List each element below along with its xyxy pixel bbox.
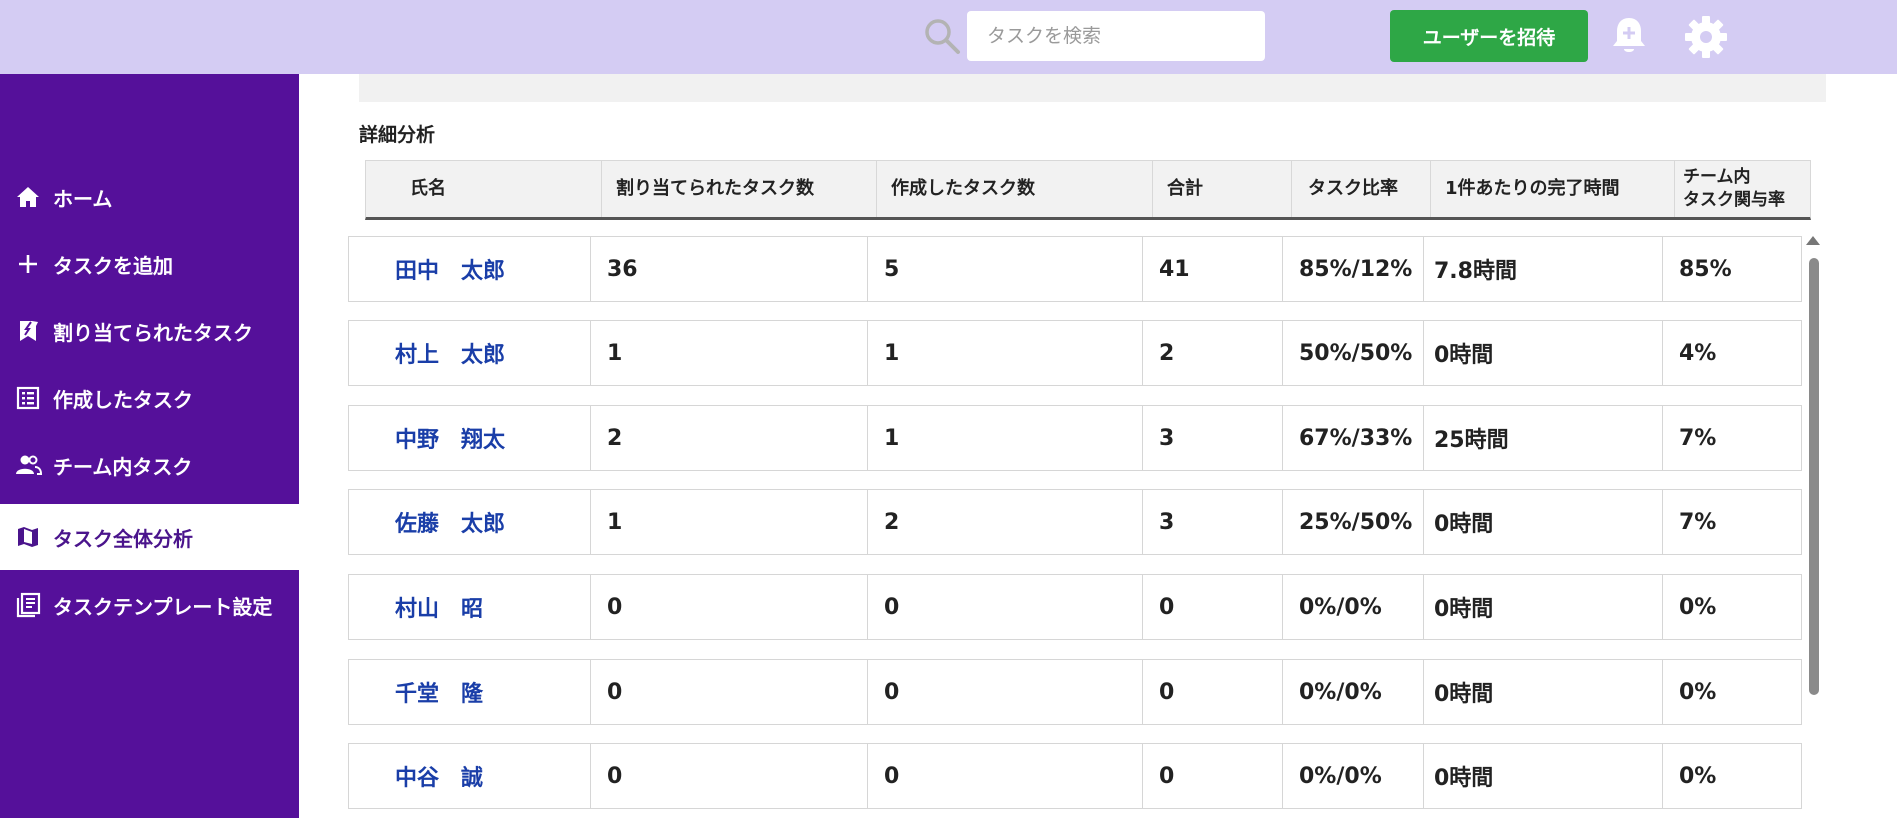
table-row[interactable]: 田中 太郎 36 5 41 85%/12% 7.8時間 85%	[348, 236, 1802, 302]
table-row[interactable]: 村山 昭 0 0 0 0%/0% 0時間 0%	[348, 574, 1802, 640]
table-row[interactable]: 佐藤 太郎 1 2 3 25%/50% 0時間 7%	[348, 489, 1802, 555]
sidebar-item-label: タスクテンプレート設定	[53, 594, 273, 619]
sidebar-item-created-tasks[interactable]: 作成したタスク	[0, 365, 299, 431]
section-title: 詳細分析	[359, 124, 436, 146]
sidebar: ホーム タスクを追加 割り当てられたタスク 作成したタスク チーム内タスク タス…	[0, 74, 299, 818]
total-count: 0	[1142, 575, 1282, 639]
involvement-rate: 85%	[1662, 237, 1803, 301]
completion-time: 0時間	[1423, 575, 1662, 639]
assigned-count: 2	[590, 406, 867, 470]
sidebar-item-label: 割り当てられたタスク	[53, 320, 253, 345]
member-name[interactable]: 千堂 隆	[349, 660, 590, 724]
task-ratio: 25%/50%	[1282, 490, 1423, 554]
invite-user-button[interactable]: ユーザーを招待	[1390, 10, 1588, 62]
created-count: 0	[867, 660, 1142, 724]
template-icon	[14, 591, 42, 619]
map-icon	[14, 523, 42, 551]
completion-time: 0時間	[1423, 321, 1662, 385]
sidebar-item-task-template-settings[interactable]: タスクテンプレート設定	[0, 572, 299, 638]
table-row[interactable]: 千堂 隆 0 0 0 0%/0% 0時間 0%	[348, 659, 1802, 725]
sidebar-item-task-analytics[interactable]: タスク全体分析	[0, 504, 299, 570]
involvement-rate: 0%	[1662, 660, 1803, 724]
member-name[interactable]: 中野 翔太	[349, 406, 590, 470]
column-header-name: 氏名	[410, 177, 446, 199]
assigned-count: 0	[590, 575, 867, 639]
settings-gear-icon[interactable]	[1683, 14, 1729, 60]
assigned-count: 0	[590, 660, 867, 724]
sidebar-item-team-tasks[interactable]: チーム内タスク	[0, 432, 299, 498]
involvement-rate: 7%	[1662, 406, 1803, 470]
column-header-completion-time: 1件あたりの完了時間	[1430, 161, 1674, 217]
created-count: 1	[867, 406, 1142, 470]
involvement-rate: 0%	[1662, 744, 1803, 808]
member-name[interactable]: 村山 昭	[349, 575, 590, 639]
completion-time: 25時間	[1423, 406, 1662, 470]
task-ratio: 50%/50%	[1282, 321, 1423, 385]
scrollbar-thumb[interactable]	[1809, 258, 1819, 695]
member-name[interactable]: 田中 太郎	[349, 237, 590, 301]
home-icon	[14, 183, 42, 211]
created-count: 2	[867, 490, 1142, 554]
task-ratio: 0%/0%	[1282, 575, 1423, 639]
involvement-rate: 0%	[1662, 575, 1803, 639]
member-name[interactable]: 中谷 誠	[349, 744, 590, 808]
total-count: 2	[1142, 321, 1282, 385]
assigned-count: 1	[590, 490, 867, 554]
column-header-assigned: 割り当てられたタスク数	[601, 161, 876, 217]
plus-icon	[14, 250, 42, 278]
people-icon	[14, 451, 42, 479]
column-header-ratio: タスク比率	[1291, 161, 1430, 217]
total-count: 3	[1142, 406, 1282, 470]
task-ratio: 0%/0%	[1282, 660, 1423, 724]
notification-bell-icon[interactable]	[1608, 14, 1650, 58]
assigned-flag-icon	[14, 317, 42, 345]
total-count: 41	[1142, 237, 1282, 301]
assigned-count: 1	[590, 321, 867, 385]
column-header-created: 作成したタスク数	[876, 161, 1152, 217]
sidebar-item-label: 作成したタスク	[53, 387, 193, 412]
task-ratio: 67%/33%	[1282, 406, 1423, 470]
sidebar-item-label: ホーム	[53, 186, 113, 211]
table-row[interactable]: 中谷 誠 0 0 0 0%/0% 0時間 0%	[348, 743, 1802, 809]
created-count: 1	[867, 321, 1142, 385]
created-count: 0	[867, 575, 1142, 639]
member-name[interactable]: 村上 太郎	[349, 321, 590, 385]
sidebar-item-add-task[interactable]: タスクを追加	[0, 231, 299, 297]
top-bar: ユーザーを招待	[0, 0, 1897, 74]
column-header-involvement: チーム内 タスク関与率	[1674, 161, 1812, 217]
completion-time: 0時間	[1423, 660, 1662, 724]
list-icon	[14, 384, 42, 412]
total-count: 0	[1142, 744, 1282, 808]
sidebar-item-label: タスクを追加	[53, 253, 173, 278]
assigned-count: 36	[590, 237, 867, 301]
assigned-count: 0	[590, 744, 867, 808]
search-icon[interactable]	[922, 16, 962, 56]
task-ratio: 0%/0%	[1282, 744, 1423, 808]
sidebar-item-assigned-tasks[interactable]: 割り当てられたタスク	[0, 298, 299, 364]
column-header-total: 合計	[1152, 161, 1291, 217]
sidebar-item-label: チーム内タスク	[53, 454, 193, 479]
involvement-rate: 4%	[1662, 321, 1803, 385]
completion-time: 0時間	[1423, 744, 1662, 808]
sidebar-item-home[interactable]: ホーム	[0, 164, 299, 230]
search-input[interactable]	[967, 11, 1265, 61]
completion-time: 7.8時間	[1423, 237, 1662, 301]
total-count: 3	[1142, 490, 1282, 554]
task-ratio: 85%/12%	[1282, 237, 1423, 301]
created-count: 0	[867, 744, 1142, 808]
involvement-rate: 7%	[1662, 490, 1803, 554]
total-count: 0	[1142, 660, 1282, 724]
completion-time: 0時間	[1423, 490, 1662, 554]
created-count: 5	[867, 237, 1142, 301]
summary-strip	[359, 74, 1826, 102]
table-row[interactable]: 中野 翔太 2 1 3 67%/33% 25時間 7%	[348, 405, 1802, 471]
table-row[interactable]: 村上 太郎 1 1 2 50%/50% 0時間 4%	[348, 320, 1802, 386]
table-header: 氏名 割り当てられたタスク数 作成したタスク数 合計 タスク比率 1件あたりの完…	[365, 160, 1811, 220]
scroll-up-arrow-icon[interactable]	[1806, 236, 1820, 245]
sidebar-item-label: タスク全体分析	[53, 526, 193, 551]
member-name[interactable]: 佐藤 太郎	[349, 490, 590, 554]
